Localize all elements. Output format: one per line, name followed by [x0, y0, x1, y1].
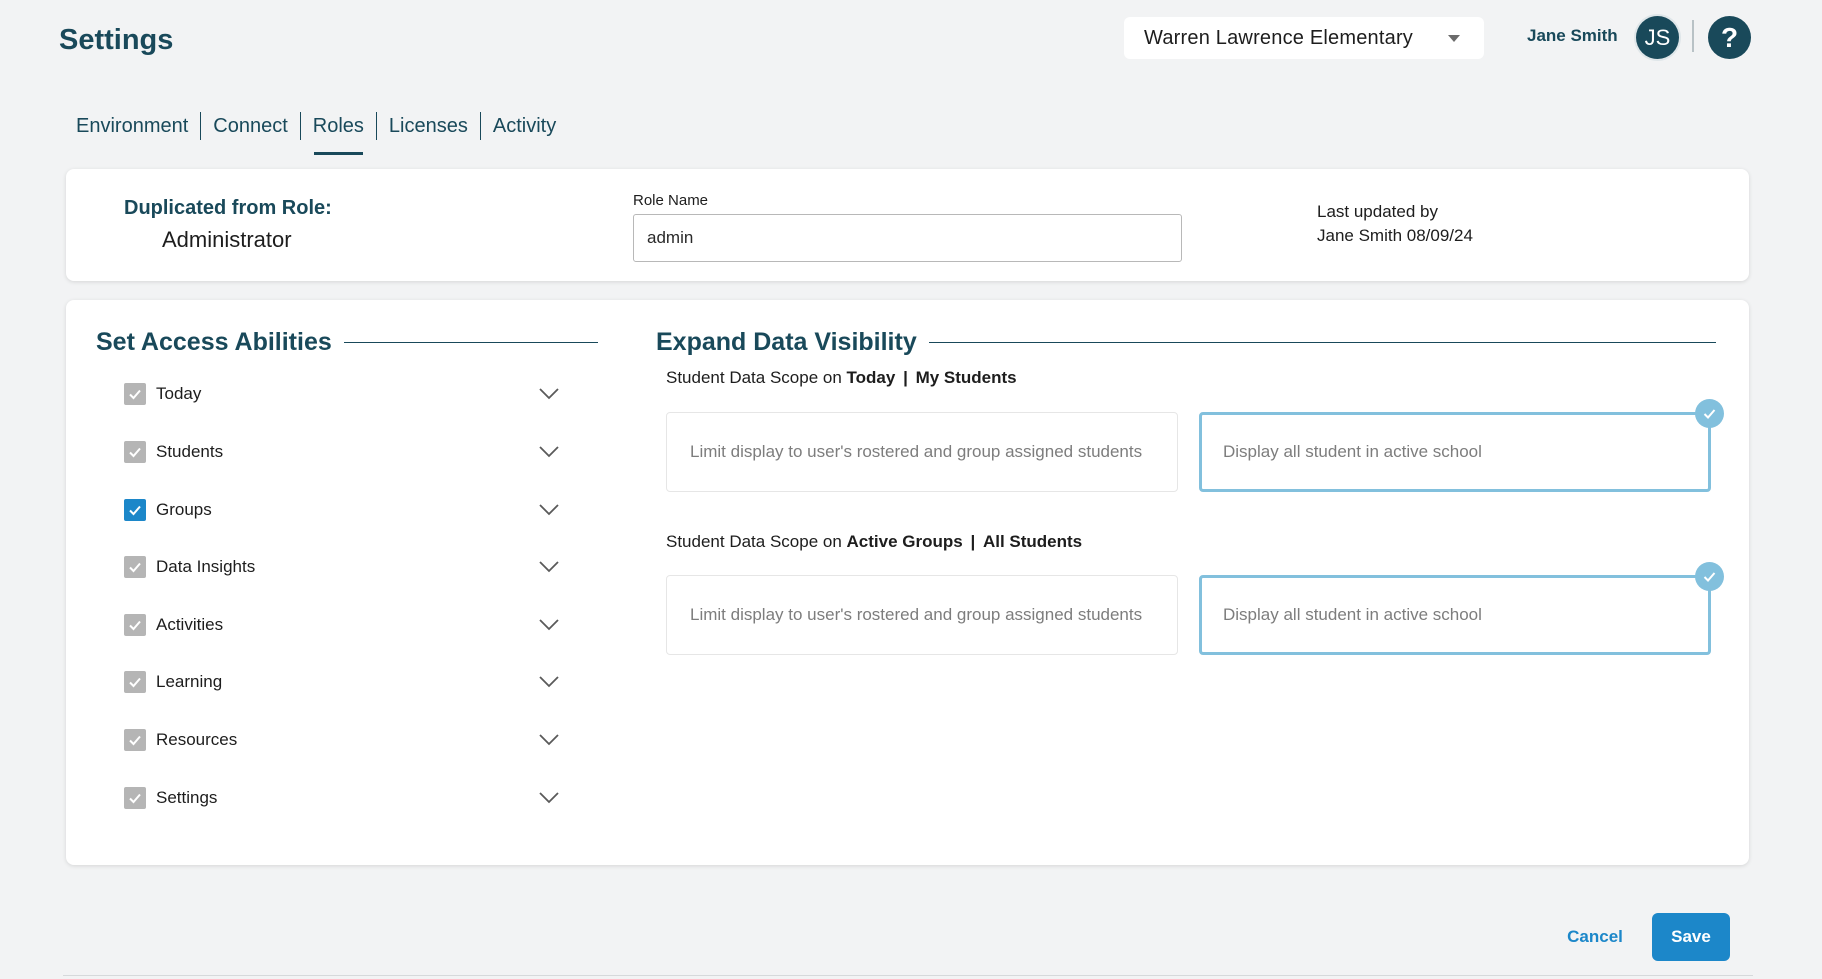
access-item-label: Students: [156, 442, 224, 461]
header-divider: [1692, 20, 1694, 52]
data-visibility-title: Expand Data Visibility: [656, 328, 917, 356]
chevron-down-icon[interactable]: [538, 387, 560, 401]
chevron-down-icon[interactable]: [538, 503, 560, 517]
duplicated-from-value: Administrator: [162, 227, 292, 252]
access-item-resources[interactable]: Resources: [124, 725, 564, 755]
user-name[interactable]: Jane Smith: [1527, 26, 1618, 46]
heading-rule: [343, 341, 598, 344]
tab-licenses[interactable]: Licenses: [375, 112, 480, 140]
role-name-input[interactable]: [633, 214, 1182, 262]
checkbox[interactable]: [124, 383, 146, 405]
checkmark-icon: [129, 620, 141, 631]
scope-separator: |: [903, 368, 908, 387]
checkbox[interactable]: [124, 441, 146, 463]
chevron-down-icon[interactable]: [538, 675, 560, 689]
access-abilities-title: Set Access Abilities: [96, 328, 332, 356]
chevron-down-icon[interactable]: [538, 791, 560, 805]
checkbox[interactable]: [124, 671, 146, 693]
checkmark-icon: [129, 505, 141, 516]
page-title: Settings: [59, 24, 174, 56]
access-item-activities[interactable]: Activities: [124, 610, 564, 640]
school-select-label: Warren Lawrence Elementary: [1144, 26, 1414, 49]
tab-environment[interactable]: Environment: [64, 112, 200, 140]
duplicated-from-label: Duplicated from Role:: [124, 197, 332, 219]
selected-check-icon: [1695, 562, 1724, 591]
checkbox[interactable]: [124, 556, 146, 578]
page-bottom-divider: [63, 975, 1753, 976]
chevron-down-icon[interactable]: [538, 733, 560, 747]
role-name-label: Role Name: [633, 192, 709, 209]
access-item-data-insights[interactable]: Data Insights: [124, 552, 564, 582]
option-text: Limit display to user's rostered and gro…: [690, 605, 1143, 624]
option-text: Display all student in active school: [1223, 605, 1482, 624]
scope-page: Today: [846, 368, 896, 387]
access-item-label: Activities: [156, 615, 224, 634]
school-select-dropdown[interactable]: Warren Lawrence Elementary: [1124, 17, 1484, 59]
checkbox[interactable]: [124, 787, 146, 809]
chevron-down-icon[interactable]: [538, 560, 560, 574]
tab-connect[interactable]: Connect: [200, 112, 300, 140]
option-text: Display all student in active school: [1223, 442, 1482, 461]
scope-option-limit[interactable]: Limit display to user's rostered and gro…: [666, 412, 1178, 492]
selected-check-icon: [1695, 399, 1724, 428]
scope-page: Active Groups: [846, 532, 963, 551]
scope-option-all[interactable]: Display all student in active school: [1199, 399, 1724, 492]
access-item-label: Data Insights: [156, 557, 256, 576]
tab-activity[interactable]: Activity: [479, 112, 568, 140]
access-item-settings[interactable]: Settings: [124, 783, 564, 813]
checkmark-icon: [129, 447, 141, 458]
checkmark-icon: [129, 735, 141, 746]
last-updated-label: Last updated by: [1317, 202, 1438, 221]
access-item-today[interactable]: Today: [124, 379, 564, 409]
access-abilities-heading: Set Access Abilities: [96, 328, 598, 357]
access-item-label: Settings: [156, 788, 218, 807]
scope-name: My Students: [915, 368, 1017, 387]
checkbox[interactable]: [124, 499, 146, 521]
role-info-card: Duplicated from Role: Administrator Role…: [66, 169, 1749, 281]
access-item-label: Learning: [156, 672, 223, 691]
scope-option-limit[interactable]: Limit display to user's rostered and gro…: [666, 575, 1178, 655]
save-button[interactable]: Save: [1652, 913, 1730, 961]
access-item-learning[interactable]: Learning: [124, 667, 564, 697]
checkbox[interactable]: [124, 614, 146, 636]
option-text: Limit display to user's rostered and gro…: [690, 442, 1143, 461]
checkmark-icon: [129, 389, 141, 400]
cancel-button[interactable]: Cancel: [1551, 913, 1639, 961]
last-updated-value: Jane Smith 08/09/24: [1317, 226, 1473, 245]
checkbox[interactable]: [124, 729, 146, 751]
question-mark-icon[interactable]: ?: [1708, 16, 1751, 59]
chevron-down-icon[interactable]: [538, 618, 560, 632]
scope-name: All Students: [982, 532, 1083, 551]
access-item-label: Today: [156, 384, 202, 403]
checkmark-icon: [129, 793, 141, 804]
access-item-groups[interactable]: Groups: [124, 495, 564, 525]
access-item-label: Groups: [156, 500, 212, 519]
avatar[interactable]: JS: [1636, 16, 1679, 59]
heading-rule: [928, 341, 1716, 344]
caret-down-icon: [1448, 34, 1460, 42]
scope-title-active-groups: Student Data Scope on Active Groups | Al…: [666, 532, 1082, 552]
scope-separator: |: [970, 532, 976, 551]
scope-title-today: Student Data Scope on Today | My Student…: [666, 368, 1017, 388]
access-item-students[interactable]: Students: [124, 437, 564, 467]
scope-prefix: Student Data Scope on: [666, 368, 842, 387]
scope-prefix: Student Data Scope on: [666, 532, 842, 551]
scope-option-all[interactable]: Display all student in active school: [1199, 562, 1724, 655]
data-visibility-heading: Expand Data Visibility: [656, 328, 1716, 357]
checkmark-icon: [129, 562, 141, 573]
settings-tabs: Environment Connect Roles Licenses Activ…: [64, 112, 568, 155]
access-item-label: Resources: [156, 730, 238, 749]
checkmark-icon: [129, 677, 141, 688]
tab-roles[interactable]: Roles: [299, 112, 376, 155]
chevron-down-icon[interactable]: [538, 445, 560, 459]
role-permissions-card: Set Access Abilities Expand Data Visibil…: [66, 300, 1749, 865]
